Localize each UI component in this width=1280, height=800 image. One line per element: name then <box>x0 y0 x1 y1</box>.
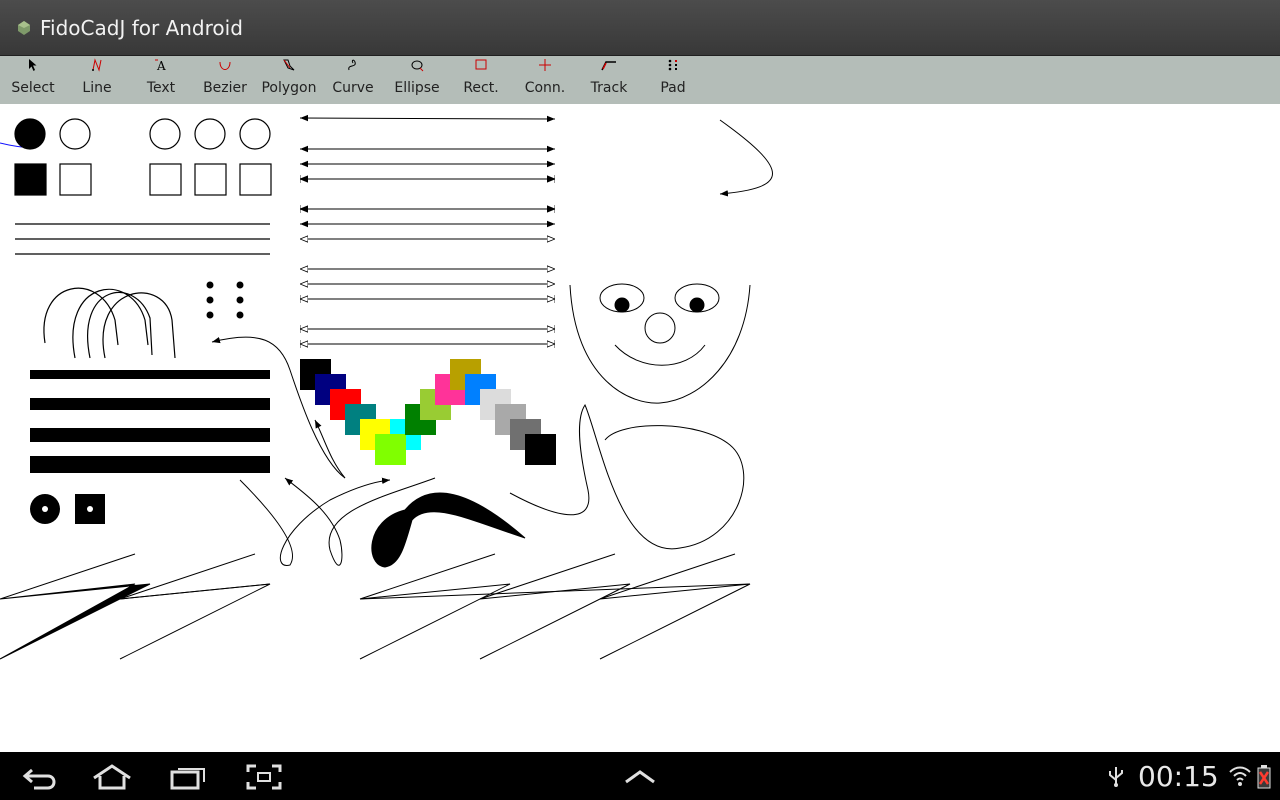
loop-curve <box>509 403 745 550</box>
drawing-canvas[interactable] <box>0 104 1280 752</box>
battery-icon <box>1257 765 1271 789</box>
tool-label: Line <box>82 80 112 96</box>
screenshot-icon[interactable] <box>240 760 288 794</box>
arrow-lines-group <box>299 114 556 344</box>
title-bar: FidoCadJ for Android <box>0 0 1280 56</box>
tool-label: Text <box>146 80 176 96</box>
line-tool-icon <box>92 58 102 72</box>
tool-label: Polygon <box>261 80 317 96</box>
drawing-toolbar: Select Line A Text Bezier Polygon Curve … <box>0 56 1280 104</box>
tool-track[interactable]: Track <box>577 56 641 104</box>
app-title: FidoCadJ for Android <box>40 16 243 40</box>
back-icon[interactable] <box>16 760 64 794</box>
status-clock: 00:15 <box>1138 760 1219 793</box>
rectangle-tool-icon <box>475 59 487 70</box>
tool-select[interactable]: Select <box>1 56 65 104</box>
tool-curve[interactable]: Curve <box>321 56 385 104</box>
pad-shapes-group <box>14 118 272 196</box>
tool-connection[interactable]: Conn. <box>513 56 577 104</box>
tool-label: Curve <box>332 80 374 96</box>
tool-ellipse[interactable]: Ellipse <box>385 56 449 104</box>
tool-label: Conn. <box>524 80 566 96</box>
pads-group <box>30 494 105 524</box>
recent-apps-icon[interactable] <box>164 760 212 794</box>
tool-label: Bezier <box>203 80 247 96</box>
polygon-tool-icon <box>283 59 295 71</box>
track-tool-icon <box>601 61 616 71</box>
pad-tool-icon <box>668 59 677 71</box>
system-navigation-bar <box>0 752 1280 800</box>
up-chevron-icon[interactable] <box>616 760 664 794</box>
tool-pad[interactable]: Pad <box>641 56 705 104</box>
svg-text:A: A <box>156 59 166 72</box>
android-app-icon <box>18 21 30 35</box>
cursor-arrow-icon <box>29 59 37 71</box>
curve-tool-icon <box>348 59 356 71</box>
wifi-icon <box>1229 766 1251 786</box>
bezier-tool-icon <box>219 61 231 70</box>
text-tool-icon: A <box>155 59 166 72</box>
tool-polygon[interactable]: Polygon <box>257 56 321 104</box>
smiley-face-group <box>569 283 751 404</box>
dots-group <box>206 281 244 319</box>
usb-icon <box>1109 767 1123 787</box>
thin-lines-group <box>15 223 270 255</box>
connection-tool-icon <box>539 59 551 71</box>
filled-blob <box>371 492 526 568</box>
tool-label: Pad <box>660 80 686 96</box>
tool-label: Rect. <box>463 80 499 96</box>
tool-line[interactable]: Line <box>65 56 129 104</box>
thick-tracks-group <box>30 370 270 473</box>
bezier-arrows-group <box>211 119 773 566</box>
home-icon[interactable] <box>88 760 136 794</box>
ellipse-tool-icon <box>411 60 424 72</box>
zigzag-polygons-group <box>0 553 751 660</box>
tool-label: Ellipse <box>394 80 440 96</box>
tool-label: Select <box>11 80 55 96</box>
arcs-group <box>43 287 176 359</box>
color-swatches-group <box>300 359 556 465</box>
tool-text[interactable]: A Text <box>129 56 193 104</box>
tool-rect[interactable]: Rect. <box>449 56 513 104</box>
tool-label: Track <box>590 80 628 96</box>
tool-bezier[interactable]: Bezier <box>193 56 257 104</box>
